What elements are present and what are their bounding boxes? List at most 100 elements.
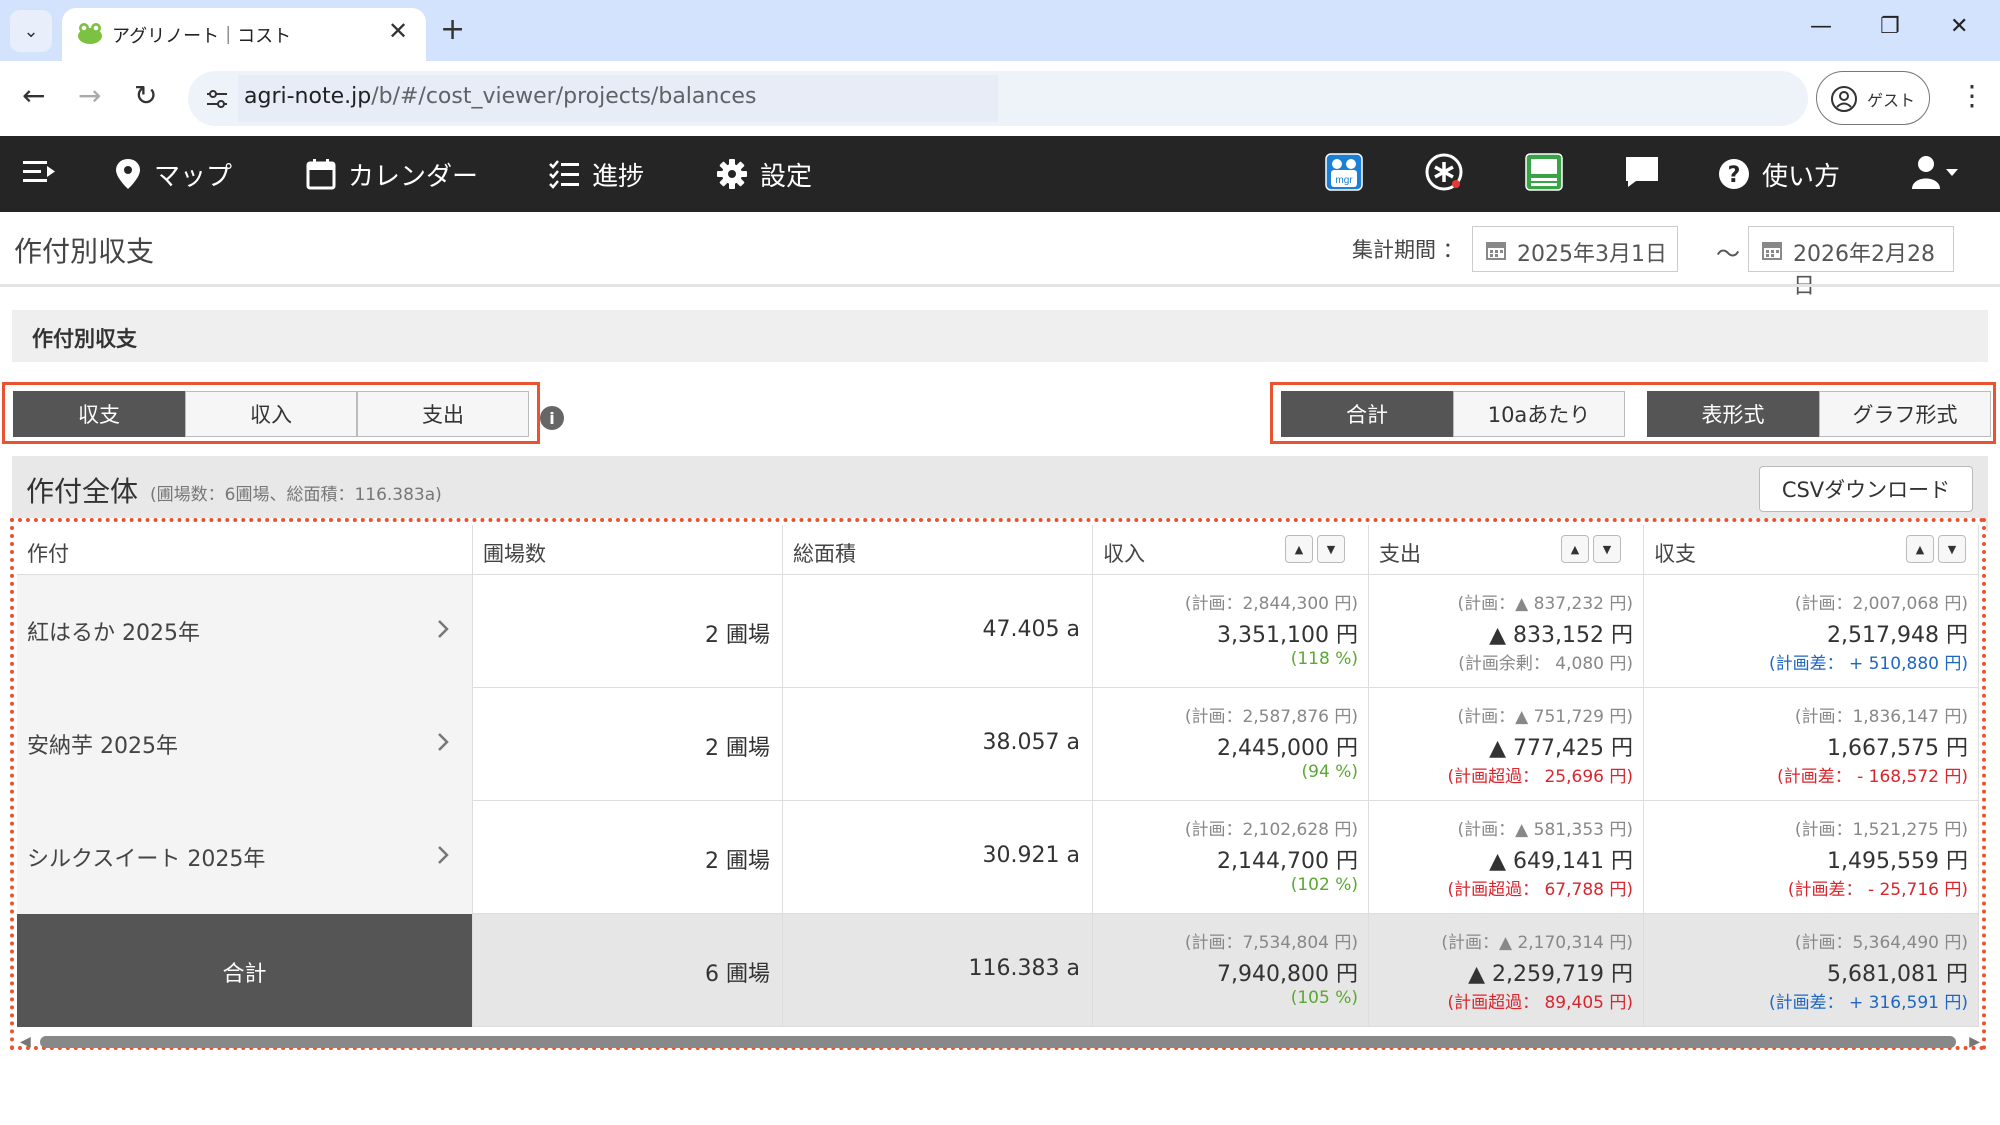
chevron-right-icon xyxy=(438,620,449,638)
scroll-right-icon[interactable]: ▶ xyxy=(1969,1034,1980,1050)
total-label-cell: 合計 xyxy=(17,914,473,1027)
reload-icon[interactable]: ↻ xyxy=(134,79,157,112)
toggle-income[interactable]: 収入 xyxy=(185,391,357,437)
horizontal-scrollbar[interactable]: ◀ ▶ xyxy=(16,1032,1980,1052)
expense-cell: (計画：▲ 581,353 円) ▲ 649,141 円 (計画超過： 67,788… xyxy=(1369,801,1644,914)
date-range-separator: 〜 xyxy=(1716,240,1740,268)
section-header: 作付別収支 xyxy=(12,310,1988,362)
table-total-row: 合計 6 圃場 116.383 a (計画：7,534,804 円) 7,940,… xyxy=(17,914,1979,1027)
table-row: シルクスイート 2025年 2 圃場 30.921 a (計画：2,102,62… xyxy=(17,801,1979,914)
area-cell: 30.921 a xyxy=(783,801,1093,914)
col-header-income: 収入 ▲ ▼ xyxy=(1093,525,1369,575)
view-type-toggle: 収支 収入 支出 xyxy=(2,382,540,444)
url-path: /b/#/cost_viewer/projects/balances xyxy=(371,84,757,109)
gear-icon xyxy=(717,159,747,189)
checklist-icon xyxy=(549,160,579,189)
browser-tab-strip: ⌄ アグリノート｜コスト ✕ + — ❐ ✕ xyxy=(0,0,2000,61)
balance-cell: (計画：5,364,490 円) 5,681,081 円 (計画差： + 316,5… xyxy=(1644,914,1979,1027)
toggle-balance[interactable]: 収支 xyxy=(13,391,185,437)
crop-cell[interactable]: 紅はるか 2025年 xyxy=(17,575,473,688)
crop-name: シルクスイート 2025年 xyxy=(27,847,266,872)
help-icon: ? xyxy=(1719,159,1749,189)
mgr-app-icon[interactable]: mgr xyxy=(1324,150,1364,194)
mgr-icon-text: mgr xyxy=(1335,175,1353,186)
nav-calendar-label: カレンダー xyxy=(348,161,479,192)
income-cell: (計画：7,534,804 円) 7,940,800 円 (105 %) xyxy=(1093,914,1369,1027)
sort-asc-icon[interactable]: ▲ xyxy=(1561,535,1589,563)
area-cell: 47.405 a xyxy=(783,575,1093,688)
divider xyxy=(0,284,2000,287)
page-title: 作付別収支 xyxy=(14,235,155,268)
col-header-area: 総面積 xyxy=(783,525,1093,575)
nav-progress[interactable]: 進捗 xyxy=(548,152,644,196)
farm-management-app-icon[interactable] xyxy=(1524,150,1564,194)
col-header-crop: 作付 xyxy=(17,525,473,575)
browser-tab-active[interactable]: アグリノート｜コスト ✕ xyxy=(62,8,426,61)
balance-cell: (計画：2,007,068 円) 2,517,948 円 (計画差： + 510,8… xyxy=(1644,575,1979,688)
expense-cell: (計画：▲ 751,729 円) ▲ 777,425 円 (計画超過： 25,696… xyxy=(1369,688,1644,801)
section-title: 作付別収支 xyxy=(32,327,137,351)
toggle-total[interactable]: 合計 xyxy=(1281,391,1453,437)
balance-table-area: 作付 圃場数 総面積 収入 ▲ ▼ 支出 ▲ ▼ 収支 ▲ ▼ 紅はるか 2025年 … xyxy=(10,518,1986,1050)
back-icon[interactable]: ← xyxy=(22,79,45,112)
new-tab-button[interactable]: + xyxy=(440,12,465,47)
window-close-icon[interactable]: ✕ xyxy=(1950,14,1968,39)
sort-desc-icon[interactable]: ▼ xyxy=(1593,535,1621,563)
nav-help[interactable]: ? 使い方 xyxy=(1718,152,1840,196)
income-cell: (計画：2,844,300 円) 3,351,100 円 (118 %) xyxy=(1093,575,1369,688)
forward-icon[interactable]: → xyxy=(78,79,101,112)
browser-menu-icon[interactable]: ⋮ xyxy=(1958,79,1986,112)
toggle-expense[interactable]: 支出 xyxy=(357,391,529,437)
crop-cell[interactable]: 安納芋 2025年 xyxy=(17,688,473,801)
calendar-icon xyxy=(306,159,336,190)
menu-toggle-icon[interactable] xyxy=(20,150,60,194)
sort-asc-icon[interactable]: ▲ xyxy=(1906,535,1934,563)
chat-icon[interactable] xyxy=(1622,150,1662,194)
calendar-icon xyxy=(1486,242,1506,260)
nav-settings[interactable]: 設定 xyxy=(716,152,812,196)
toggle-table[interactable]: 表形式 xyxy=(1647,391,1819,437)
map-pin-icon xyxy=(116,159,140,189)
address-bar[interactable]: agri-note.jp/b/#/cost_viewer/projects/ba… xyxy=(188,71,1808,126)
info-icon[interactable]: i xyxy=(540,406,564,430)
overall-subtitle: (圃場数：6圃場、総面積：116.383a) xyxy=(150,485,442,505)
expense-cell: (計画：▲ 2,170,314 円) ▲ 2,259,719 円 (計画超過： 89… xyxy=(1369,914,1644,1027)
sort-desc-icon[interactable]: ▼ xyxy=(1317,535,1345,563)
sort-desc-icon[interactable]: ▼ xyxy=(1938,535,1966,563)
nav-progress-label: 進捗 xyxy=(592,161,645,192)
toggle-graph[interactable]: グラフ形式 xyxy=(1819,391,1991,437)
col-header-balance: 収支 ▲ ▼ xyxy=(1644,525,1979,575)
close-tab-icon[interactable]: ✕ xyxy=(388,17,408,45)
minimize-icon[interactable]: — xyxy=(1810,14,1832,39)
scroll-left-icon[interactable]: ◀ xyxy=(20,1034,31,1050)
asterisk-app-icon[interactable] xyxy=(1424,150,1464,194)
scrollbar-thumb[interactable] xyxy=(40,1036,1956,1048)
toggle-per-10a[interactable]: 10aあたり xyxy=(1453,391,1625,437)
browser-toolbar: ← → ↻ agri-note.jp/b/#/cost_viewer/proje… xyxy=(0,61,2000,136)
user-menu-icon[interactable] xyxy=(1906,150,1966,194)
sort-asc-icon[interactable]: ▲ xyxy=(1285,535,1313,563)
profile-guest-button[interactable]: ゲスト xyxy=(1816,71,1930,125)
display-mode-toggles: 合計 10aあたり 表形式 グラフ形式 xyxy=(1270,382,1996,444)
date-from-field[interactable]: 2025年3月1日 xyxy=(1472,226,1678,272)
crop-name: 紅はるか 2025年 xyxy=(27,621,200,646)
tab-search-button[interactable]: ⌄ xyxy=(10,10,52,52)
nav-calendar[interactable]: カレンダー xyxy=(306,152,478,196)
nav-map[interactable]: マップ xyxy=(114,152,232,196)
crop-cell[interactable]: シルクスイート 2025年 xyxy=(17,801,473,914)
col-header-expense: 支出 ▲ ▼ xyxy=(1369,525,1644,575)
nav-map-label: マップ xyxy=(154,161,233,192)
area-cell: 116.383 a xyxy=(783,914,1093,1027)
tab-title: アグリノート｜コスト xyxy=(112,26,292,47)
expense-cell: (計画：▲ 837,232 円) ▲ 833,152 円 (計画余剰： 4,080 … xyxy=(1369,575,1644,688)
chevron-right-icon xyxy=(438,733,449,751)
site-settings-icon[interactable] xyxy=(204,86,230,112)
csv-download-button[interactable]: CSVダウンロード xyxy=(1759,466,1973,512)
frog-favicon-icon xyxy=(78,23,102,44)
restore-icon[interactable]: ❐ xyxy=(1880,14,1900,39)
date-to-field[interactable]: 2026年2月28日 xyxy=(1748,226,1954,299)
url-text: agri-note.jp/b/#/cost_viewer/projects/ba… xyxy=(244,84,756,109)
fields-cell: 2 圃場 xyxy=(473,688,783,801)
table-row: 紅はるか 2025年 2 圃場 47.405 a (計画：2,844,300 円… xyxy=(17,575,1979,688)
chevron-down-icon: ⌄ xyxy=(23,20,39,42)
